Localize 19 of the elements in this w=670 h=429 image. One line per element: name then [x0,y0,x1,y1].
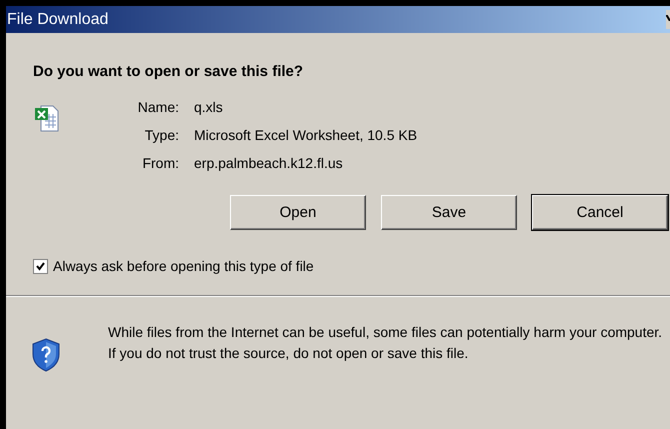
close-icon [666,15,670,21]
dialog-button[interactable]: Save [381,195,517,230]
field-value: erp.palmbeach.k12.fl.us [194,155,344,171]
dialog-button[interactable]: Open [230,195,366,230]
check-icon [36,262,45,270]
field-label: From: [141,155,179,171]
checkbox-label: Always ask before opening this type of file [53,258,314,274]
field-label: Type: [144,127,179,143]
field-value: q.xls [194,99,224,115]
shield-help-icon [32,338,60,372]
question-heading: Do you want to open or save this file? [33,63,304,80]
spreadsheet-file-icon [35,103,59,133]
window-title: File Download [6,10,108,28]
warning-text: While files from the Internet can be useful, some files can potentially harm your computer. If you do not trust the source, do not open or save this file. [108,323,664,363]
field-label: Name: [136,99,179,115]
dialog-button[interactable]: Cancel [532,195,668,230]
checkbox[interactable] [33,258,48,274]
close-button[interactable] [666,10,670,29]
field-value: Microsoft Excel Worksheet, 10.5 KB [194,127,418,143]
